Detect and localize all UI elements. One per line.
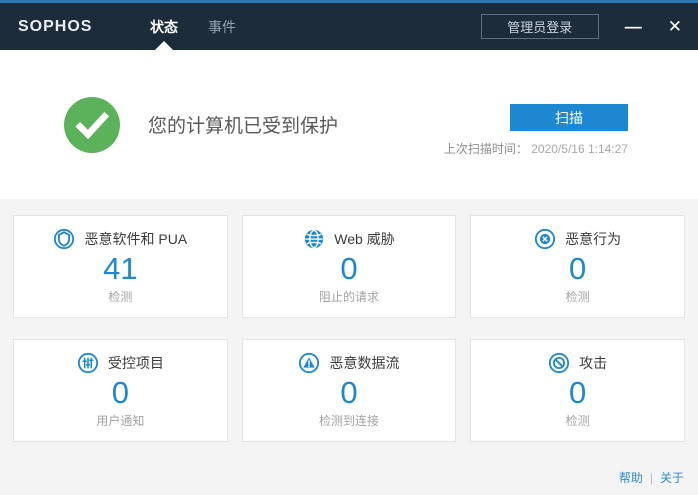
- shield-circle-icon: [53, 228, 75, 250]
- protected-check-icon: [64, 97, 120, 153]
- tile-attacks[interactable]: 攻击 0 检测: [470, 339, 685, 442]
- sliders-circle-icon: [77, 352, 99, 374]
- tile-web-threats[interactable]: Web 威胁 0 阻止的请求: [242, 215, 457, 318]
- tile-sublabel: 检测: [566, 288, 590, 305]
- status-title: 您的计算机已受到保护: [148, 111, 338, 138]
- sophos-window: SOPHOS 状态 事件 管理员登录 — ✕ 您的计算机已受到保护 扫描: [0, 0, 698, 495]
- tile-malware-pua[interactable]: 恶意软件和 PUA 41 检测: [13, 215, 228, 318]
- tile-value: 0: [569, 251, 586, 287]
- help-link[interactable]: 帮助: [619, 469, 643, 486]
- tab-status-label: 状态: [150, 17, 178, 37]
- tab-events[interactable]: 事件: [193, 3, 251, 50]
- titlebar-controls: 管理员登录 — ✕: [481, 14, 682, 39]
- sophos-logo: SOPHOS: [18, 18, 123, 36]
- tile-sublabel: 用户通知: [96, 412, 144, 429]
- tile-sublabel: 阻止的请求: [319, 288, 379, 305]
- tile-sublabel: 检测到连接: [319, 412, 379, 429]
- tile-malicious-traffic[interactable]: 恶意数据流 0 检测到连接: [242, 339, 457, 442]
- tile-value: 0: [340, 375, 357, 411]
- tile-malicious-behavior[interactable]: 恶意行为 0 检测: [470, 215, 685, 318]
- tile-label: Web 威胁: [334, 229, 394, 249]
- tile-value: 0: [340, 251, 357, 287]
- tile-sublabel: 检测: [108, 288, 132, 305]
- tile-label: 受控项目: [108, 353, 164, 373]
- tile-sublabel: 检测: [566, 412, 590, 429]
- globe-icon: [303, 228, 325, 250]
- minimize-icon[interactable]: —: [625, 18, 642, 35]
- admin-login-button[interactable]: 管理员登录: [481, 14, 599, 39]
- block-icon: [548, 352, 570, 374]
- tab-status[interactable]: 状态: [135, 3, 193, 50]
- status-panel: 您的计算机已受到保护 扫描 上次扫描时间： 2020/5/16 1:14:27: [0, 50, 698, 199]
- circle-x-icon: [534, 228, 556, 250]
- tile-label: 恶意行为: [565, 229, 621, 249]
- last-scan-time: 上次扫描时间： 2020/5/16 1:14:27: [444, 140, 628, 157]
- scan-area: 扫描 上次扫描时间： 2020/5/16 1:14:27: [444, 104, 628, 157]
- stats-grid: 恶意软件和 PUA 41 检测: [0, 199, 698, 442]
- tile-label: 恶意数据流: [329, 353, 399, 373]
- close-icon[interactable]: ✕: [668, 18, 682, 35]
- tile-controlled-items[interactable]: 受控项目 0 用户通知: [13, 339, 228, 442]
- tile-value: 0: [569, 375, 586, 411]
- about-link[interactable]: 关于: [660, 469, 684, 486]
- tab-events-label: 事件: [208, 17, 236, 37]
- tile-label: 恶意软件和 PUA: [84, 229, 187, 249]
- warning-circle-icon: [298, 352, 320, 374]
- footer-separator: |: [650, 471, 653, 485]
- footer-links: 帮助 | 关于: [619, 469, 684, 486]
- title-bar: SOPHOS 状态 事件 管理员登录 — ✕: [0, 0, 698, 50]
- scan-button[interactable]: 扫描: [510, 104, 628, 131]
- last-scan-value: 2020/5/16 1:14:27: [531, 142, 628, 156]
- tile-value: 41: [103, 251, 137, 287]
- tile-label: 攻击: [579, 353, 607, 373]
- main-tabs: 状态 事件: [135, 3, 251, 50]
- last-scan-label: 上次扫描时间：: [444, 142, 528, 156]
- tile-value: 0: [112, 375, 129, 411]
